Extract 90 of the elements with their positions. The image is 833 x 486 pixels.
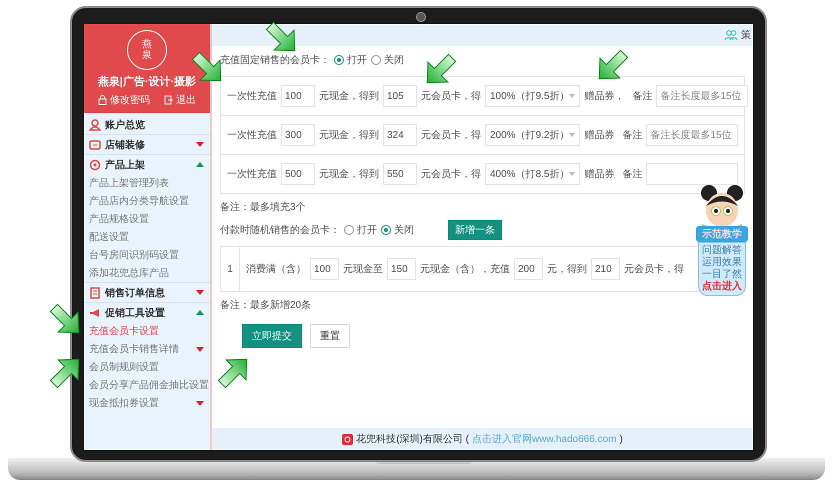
section-label: 充值固定销售的会员卡： (220, 54, 330, 67)
tutorial-link[interactable]: 点击进入 (702, 281, 742, 293)
section-label: 付款时随机销售的会员卡： (220, 224, 340, 237)
tutorial-text: 问题解答 (702, 245, 742, 256)
submenu-item[interactable]: 台号房间识别码设置 (84, 246, 210, 264)
field-label: 备注 (622, 168, 642, 181)
tutorial-text: 一目了然 (702, 269, 742, 280)
field-label: 备注 (622, 128, 642, 142)
change-password-link[interactable]: 修改密码 (98, 93, 150, 107)
field-label: 元现金，得到 (319, 90, 379, 103)
radio-option[interactable]: 关闭 (371, 53, 404, 67)
discount-dropdown[interactable]: 200%（打9.2折） (485, 124, 580, 146)
submenu-item[interactable]: 会员分享产品佣金抽比设置 (84, 376, 210, 394)
field-label: 元现金至 (343, 263, 383, 276)
submit-button[interactable]: 立即提交 (242, 324, 302, 348)
brand-name: 燕泉|广告·设计·摄影 (98, 74, 196, 89)
input-field[interactable]: 100 (281, 85, 315, 107)
submenu-item[interactable]: 产品上架管理列表 (84, 174, 210, 192)
field-label: 元会员卡，得 (624, 262, 684, 276)
company-logo-icon (342, 434, 354, 444)
note-field[interactable]: 备注长度最多15位 (656, 85, 748, 107)
submenu-item[interactable]: 添加花兜总库产品 (84, 264, 210, 282)
field-label: 备注 (632, 90, 652, 103)
input-field[interactable]: 105 (383, 85, 417, 107)
camera-icon (416, 12, 426, 22)
footer-text: 花兜科技(深圳)有限公司 ( (356, 432, 469, 446)
menu-item[interactable]: 促销工具设置 (84, 302, 210, 322)
discount-dropdown[interactable]: 400%（打8.5折） (485, 163, 580, 185)
input-field[interactable]: 324 (383, 124, 417, 146)
menu-item[interactable]: 店铺装修 (84, 134, 210, 154)
submenu-item[interactable]: 充值会员卡设置 (84, 322, 210, 340)
submenu-item[interactable]: 现金抵扣券设置 (84, 394, 210, 412)
input-field[interactable]: 550 (383, 163, 417, 185)
input-field[interactable]: 200 (514, 258, 543, 280)
submenu-item[interactable]: 产品店内分类导航设置 (84, 192, 210, 210)
field-label: 一次性充值 (227, 128, 277, 142)
person-icon (89, 118, 101, 130)
note-field[interactable]: 备注长度最多15位 (646, 124, 738, 146)
caret-down-icon (196, 400, 204, 406)
menu-item[interactable]: 销售订单信息 (84, 282, 210, 302)
submenu-item[interactable]: 充值会员卡销售详情 (84, 340, 210, 358)
field-label: 元现金，得到 (319, 168, 379, 181)
note-text: 备注：最多填充3个 (220, 200, 307, 214)
radio-option[interactable]: 打开 (334, 53, 367, 67)
field-label: 元现金（含），充值 (420, 262, 510, 276)
radio-option[interactable]: 打开 (344, 223, 377, 237)
radio-button[interactable] (344, 225, 354, 235)
tutorial-text: 运用效果 (702, 257, 742, 269)
radio-button[interactable] (334, 55, 344, 65)
field-label: 元会员卡，得 (421, 168, 481, 181)
megaphone-icon (89, 306, 101, 318)
field-label: 赠品券 (584, 128, 614, 142)
field-label: 元会员卡，得 (421, 128, 481, 142)
input-field[interactable]: 150 (387, 258, 416, 280)
field-label: 元会员卡，得 (421, 90, 481, 103)
menu-item[interactable]: 账户总览 (84, 115, 210, 134)
discount-dropdown[interactable]: 100%（打9.5折） (485, 85, 580, 107)
users-icon (724, 30, 738, 40)
row-number: 1 (221, 247, 240, 291)
user-name: 策 (741, 29, 751, 42)
tutorial-panel[interactable]: 问题解答 运用效果 一目了然 点击进入 (698, 242, 746, 296)
note-field[interactable] (646, 163, 738, 185)
field-label: 消费满（含） (246, 262, 306, 276)
radio-option[interactable]: 关闭 (381, 223, 414, 237)
submenu-item[interactable]: 产品规格设置 (84, 210, 210, 228)
submenu-item[interactable]: 配送设置 (84, 228, 210, 246)
field-label: 元，得到 (547, 263, 587, 276)
logout-link[interactable]: 退出 (164, 93, 196, 107)
menu-item[interactable]: 产品上架 (84, 154, 210, 174)
field-label: 赠品券， (584, 90, 624, 103)
field-label: 一次性充值 (227, 90, 277, 103)
brand-logo: 燕泉 (127, 30, 167, 70)
footer-text: ) (619, 434, 623, 444)
field-label: 一次性充值 (227, 168, 277, 181)
input-field[interactable]: 300 (281, 124, 315, 146)
lock-icon (98, 95, 107, 105)
document-icon (89, 286, 101, 298)
caret-down-icon (196, 346, 204, 352)
exit-icon (164, 95, 173, 105)
add-row-button[interactable]: 新增一条 (448, 220, 502, 240)
radio-button[interactable] (371, 55, 381, 65)
field-label: 元现金，得到 (319, 129, 379, 142)
input-field[interactable]: 500 (281, 163, 315, 185)
note-text: 备注：最多新增20条 (220, 298, 312, 312)
radio-button[interactable] (381, 225, 391, 235)
input-field[interactable]: 210 (591, 258, 620, 280)
input-field[interactable]: 100 (310, 258, 339, 280)
submenu-item[interactable]: 会员制规则设置 (84, 358, 210, 376)
field-label: 赠品券 (584, 168, 614, 181)
reset-button[interactable]: 重置 (310, 324, 350, 348)
